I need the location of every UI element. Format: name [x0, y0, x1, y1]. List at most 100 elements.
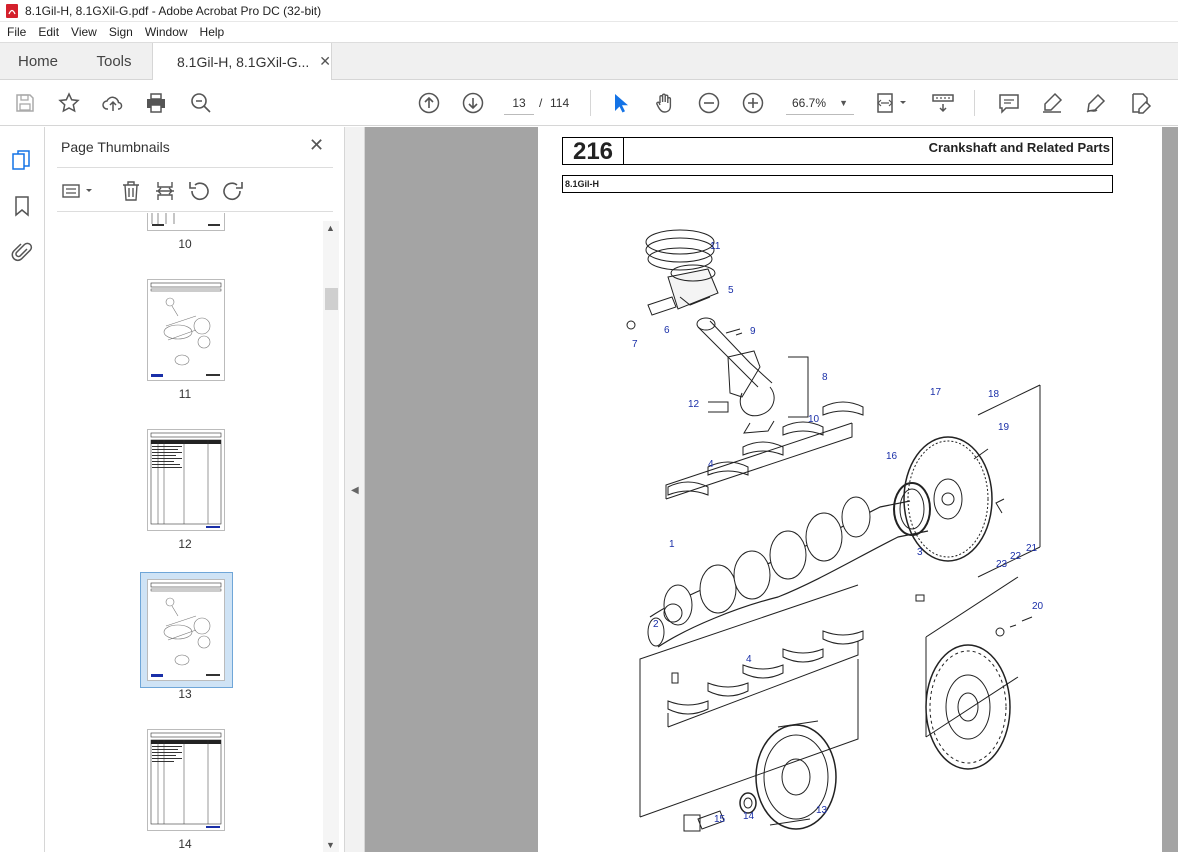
- panel-toolbar: [57, 175, 333, 207]
- tab-document[interactable]: 8.1Gil-H, 8.1GXil-G... ✕: [152, 43, 332, 80]
- comment-icon[interactable]: [997, 91, 1021, 115]
- section-title: Crankshaft and Related Parts: [624, 137, 1113, 165]
- acrobat-icon: [6, 3, 18, 18]
- scroll-down-icon[interactable]: ▼: [326, 840, 335, 850]
- select-cursor-icon[interactable]: [608, 91, 632, 115]
- callout-label: 15: [714, 814, 726, 825]
- menu-file[interactable]: File: [0, 25, 32, 39]
- hand-tool-icon[interactable]: [653, 91, 677, 115]
- thumbnail-page-number: 10: [178, 237, 192, 251]
- panel-divider: [57, 167, 333, 168]
- crankshaft-exploded-diagram: 11 5 6 7 9 8 12 10 17 18 19 16 4 1 3 23 …: [626, 229, 1044, 832]
- callout-label: 11: [710, 241, 721, 252]
- panel-divider: [57, 211, 333, 212]
- callout-label: 18: [988, 389, 1000, 400]
- star-icon[interactable]: [57, 91, 81, 115]
- callout-label: 9: [750, 326, 756, 337]
- callout-label: 2: [653, 619, 659, 630]
- callout-label: 17: [930, 387, 942, 398]
- panel-splitter[interactable]: ◀: [345, 127, 365, 852]
- toolbar-divider: [590, 90, 591, 116]
- menu-bar: File Edit View Sign Window Help: [0, 22, 1178, 43]
- thumbnails-panel: Page Thumbnails ✕ 10 11 12 13 14 ▲ ▼: [45, 127, 345, 852]
- upload-cloud-icon[interactable]: [101, 91, 125, 115]
- callout-label: 22: [1010, 551, 1022, 562]
- menu-window[interactable]: Window: [139, 25, 194, 39]
- callout-label: 12: [688, 399, 700, 410]
- page-count: 114: [550, 96, 570, 110]
- rotate-cw-icon[interactable]: [221, 179, 245, 203]
- previous-page-icon[interactable]: [417, 91, 441, 115]
- page-thumbnail[interactable]: [147, 279, 225, 381]
- edit-document-icon[interactable]: [1128, 91, 1152, 115]
- scroll-mode-icon[interactable]: [931, 91, 955, 115]
- window-title: 8.1Gil-H, 8.1GXil-G.pdf - Adobe Acrobat …: [25, 3, 322, 18]
- page-fit-icon[interactable]: [875, 91, 909, 115]
- scrollbar-thumb[interactable]: [325, 288, 338, 310]
- next-page-icon[interactable]: [461, 91, 485, 115]
- attachment-icon[interactable]: [11, 241, 33, 263]
- insert-page-icon[interactable]: [153, 179, 177, 203]
- left-rail: [0, 127, 45, 852]
- close-tab-icon[interactable]: ✕: [319, 53, 331, 70]
- pdf-page: 216 Crankshaft and Related Parts 8.1Gil-…: [538, 127, 1162, 852]
- close-panel-icon[interactable]: ✕: [309, 135, 324, 156]
- callout-label: 21: [1026, 543, 1038, 554]
- callout-label: 3: [917, 547, 923, 558]
- bookmark-icon[interactable]: [11, 195, 33, 217]
- save-icon[interactable]: [13, 91, 37, 115]
- callout-label: 6: [664, 325, 670, 336]
- zoom-in-icon[interactable]: [741, 91, 765, 115]
- highlight-pen-icon[interactable]: [1040, 91, 1064, 115]
- callout-label: 23: [996, 559, 1008, 570]
- callout-label: 13: [816, 805, 828, 816]
- menu-sign[interactable]: Sign: [103, 25, 139, 39]
- callout-label: 16: [886, 451, 898, 462]
- toolbar-divider: [974, 90, 975, 116]
- callout-label: 5: [728, 285, 734, 296]
- callout-label: 1: [669, 539, 675, 550]
- callout-label: 20: [1032, 601, 1044, 612]
- callout-label: 8: [822, 372, 828, 383]
- chevron-down-icon: ▼: [839, 98, 848, 108]
- page-separator: /: [539, 96, 543, 110]
- scroll-up-icon[interactable]: ▲: [326, 223, 335, 233]
- print-icon[interactable]: [144, 91, 168, 115]
- thumbnail-page-number: 14: [178, 837, 192, 851]
- collapse-panel-icon[interactable]: ◀: [351, 485, 359, 496]
- callout-label: 4: [708, 459, 714, 470]
- thumbnail-scrollbar[interactable]: [323, 221, 339, 852]
- zoom-level-value: 66.7%: [792, 96, 827, 110]
- tab-bar: Home Tools 8.1Gil-H, 8.1GXil-G... ✕: [0, 43, 1178, 80]
- tab-document-label: 8.1Gil-H, 8.1GXil-G...: [177, 53, 310, 70]
- tab-tools[interactable]: Tools: [76, 43, 152, 79]
- page-number-label: 216: [562, 137, 624, 165]
- tab-home[interactable]: Home: [0, 43, 76, 79]
- options-menu-icon[interactable]: [61, 179, 95, 203]
- zoom-search-icon[interactable]: [189, 91, 213, 115]
- page-thumbnails-icon[interactable]: [11, 149, 33, 171]
- rotate-ccw-icon[interactable]: [187, 179, 211, 203]
- panel-title: Page Thumbnails: [61, 139, 170, 155]
- page-thumbnail[interactable]: [147, 729, 225, 831]
- callout-label: 14: [743, 811, 755, 822]
- callout-label: 10: [808, 414, 820, 425]
- title-bar: 8.1Gil-H, 8.1GXil-G.pdf - Adobe Acrobat …: [0, 0, 1178, 22]
- document-view[interactable]: 216 Crankshaft and Related Parts 8.1Gil-…: [365, 127, 1178, 852]
- callout-label: 4: [746, 654, 752, 665]
- delete-page-icon[interactable]: [119, 179, 143, 203]
- page-thumbnail[interactable]: [147, 429, 225, 531]
- sign-pen-icon[interactable]: [1084, 91, 1108, 115]
- page-gutter: [1162, 127, 1178, 852]
- thumbnail-list: 10 11 12 13 14: [45, 213, 325, 852]
- menu-view[interactable]: View: [65, 25, 103, 39]
- page-number-input[interactable]: 13: [504, 91, 534, 115]
- page-thumbnail[interactable]: [147, 213, 225, 231]
- menu-help[interactable]: Help: [194, 25, 231, 39]
- zoom-out-icon[interactable]: [697, 91, 721, 115]
- page-thumbnail[interactable]: [147, 579, 225, 681]
- menu-edit[interactable]: Edit: [32, 25, 65, 39]
- callout-label: 19: [998, 422, 1010, 433]
- callout-label: 7: [632, 339, 638, 350]
- zoom-level-select[interactable]: 66.7% ▼: [786, 91, 854, 115]
